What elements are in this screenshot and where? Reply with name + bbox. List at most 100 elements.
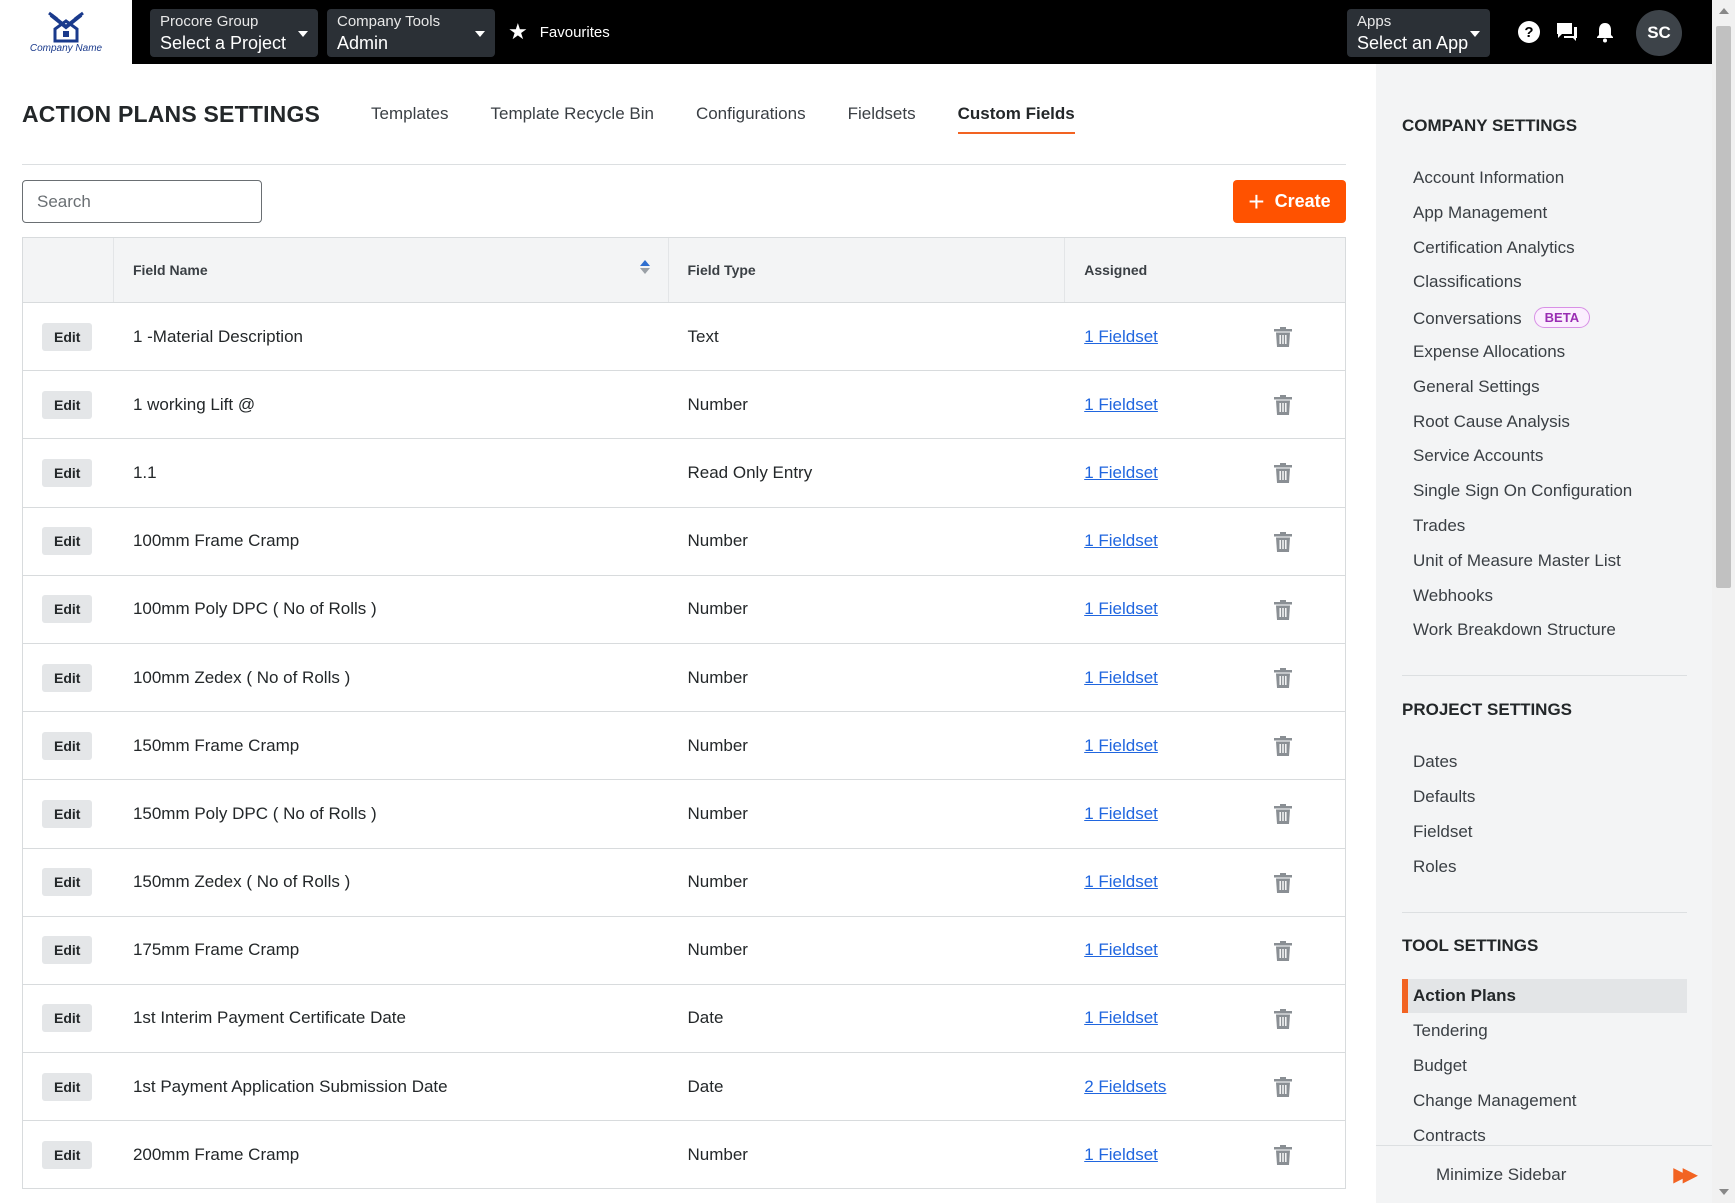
sidebar-item-change-management[interactable]: Change Management — [1413, 1091, 1577, 1111]
sidebar-item-certification-analytics[interactable]: Certification Analytics — [1413, 238, 1575, 258]
search-input[interactable] — [37, 191, 258, 212]
sidebar-item-label: Trades — [1413, 516, 1466, 535]
trash-icon[interactable] — [1274, 736, 1293, 757]
assigned-fieldset-link[interactable]: 1 Fieldset — [1084, 668, 1158, 688]
trash-icon[interactable] — [1274, 667, 1293, 688]
table-row: Edit 1st Interim Payment Certificate Date… — [23, 985, 1345, 1054]
sidebar-item-single-sign-on-configuration[interactable]: Single Sign On Configuration — [1413, 481, 1632, 501]
scroll-down-icon[interactable] — [1719, 1189, 1729, 1195]
trash-icon[interactable] — [1274, 872, 1293, 893]
apps-selector[interactable]: Apps Select an App — [1347, 9, 1490, 57]
sidebar-item-roles[interactable]: Roles — [1413, 857, 1456, 877]
trash-icon[interactable] — [1274, 599, 1293, 620]
edit-button[interactable]: Edit — [42, 936, 93, 965]
company-logo[interactable]: Company Name — [0, 0, 132, 64]
edit-button[interactable]: Edit — [42, 1072, 93, 1101]
scroll-up-icon[interactable] — [1719, 8, 1729, 14]
trash-icon[interactable] — [1274, 327, 1293, 347]
trash-icon[interactable] — [1274, 463, 1293, 484]
table-row: Edit 150mm Poly DPC ( No of Rolls ) Number… — [23, 780, 1345, 849]
tab-fieldsets[interactable]: Fieldsets — [848, 104, 916, 134]
edit-button[interactable]: Edit — [42, 458, 93, 487]
edit-button[interactable]: Edit — [42, 731, 93, 760]
tab-templates[interactable]: Templates — [371, 104, 448, 134]
edit-button[interactable]: Edit — [42, 595, 93, 624]
edit-button[interactable]: Edit — [42, 1140, 93, 1169]
company-tools-selector[interactable]: Company Tools Admin — [327, 9, 495, 57]
edit-button[interactable]: Edit — [42, 527, 93, 556]
sidebar-item-service-accounts[interactable]: Service Accounts — [1413, 446, 1543, 466]
create-button[interactable]: + Create — [1233, 180, 1346, 223]
header-field-name[interactable]: Field Name — [114, 238, 669, 302]
star-icon: ★ — [508, 19, 528, 44]
assigned-fieldset-link[interactable]: 1 Fieldset — [1084, 1145, 1158, 1165]
edit-button[interactable]: Edit — [42, 663, 93, 692]
divider — [1402, 675, 1687, 676]
sort-icon[interactable] — [639, 260, 650, 274]
field-type-cell: Number — [687, 1144, 748, 1164]
assigned-fieldset-link[interactable]: 2 Fieldsets — [1084, 1077, 1166, 1097]
sidebar-item-work-breakdown-structure[interactable]: Work Breakdown Structure — [1413, 620, 1616, 640]
assigned-fieldset-link[interactable]: 1 Fieldset — [1084, 736, 1158, 756]
apps-selector-label: Apps — [1357, 13, 1392, 30]
edit-button[interactable]: Edit — [42, 868, 93, 897]
assigned-fieldset-link[interactable]: 1 Fieldset — [1084, 599, 1158, 619]
sidebar-item-tendering[interactable]: Tendering — [1413, 1021, 1488, 1041]
sidebar-item-conversations[interactable]: Conversations BETA — [1413, 307, 1591, 329]
sidebar-item-app-management[interactable]: App Management — [1413, 203, 1547, 223]
field-type-cell: Text — [687, 326, 719, 346]
assigned-fieldset-link[interactable]: 1 Fieldset — [1084, 531, 1158, 551]
minimize-sidebar-button[interactable]: Minimize Sidebar ▶▶ — [1376, 1145, 1712, 1203]
trash-icon[interactable] — [1274, 1145, 1293, 1166]
tab-template-recycle-bin[interactable]: Template Recycle Bin — [490, 104, 653, 134]
assigned-fieldset-link[interactable]: 1 Fieldset — [1084, 872, 1158, 892]
chat-icon[interactable] — [1553, 18, 1581, 46]
sidebar-item-contracts[interactable]: Contracts — [1413, 1126, 1486, 1146]
sidebar-item-budget[interactable]: Budget — [1413, 1056, 1467, 1076]
sidebar-item-label: Root Cause Analysis — [1413, 411, 1570, 431]
table-row: Edit 200mm Frame Cramp Number 1 Fieldset — [23, 1121, 1345, 1190]
sidebar-item-label: Fieldset — [1413, 822, 1473, 841]
assigned-fieldset-link[interactable]: 1 Fieldset — [1084, 395, 1158, 415]
favourites-button[interactable]: ★ Favourites — [508, 19, 610, 44]
assigned-fieldset-link[interactable]: 1 Fieldset — [1084, 463, 1158, 483]
sidebar-item-general-settings[interactable]: General Settings — [1413, 377, 1540, 397]
sidebar-item-account-information[interactable]: Account Information — [1413, 168, 1564, 188]
sidebar-item-root-cause-analysis[interactable]: Root Cause Analysis — [1413, 412, 1570, 432]
edit-button[interactable]: Edit — [42, 390, 93, 419]
project-selector[interactable]: Procore Group Select a Project — [150, 9, 318, 57]
scrollbar-thumb[interactable] — [1716, 26, 1731, 588]
sidebar-item-classifications[interactable]: Classifications — [1413, 272, 1522, 292]
user-avatar[interactable]: SC — [1636, 10, 1682, 56]
sidebar-item-fieldset[interactable]: Fieldset — [1413, 822, 1473, 842]
page-scrollbar[interactable] — [1712, 0, 1735, 1203]
tab-custom-fields[interactable]: Custom Fields — [957, 104, 1075, 134]
sidebar-item-webhooks[interactable]: Webhooks — [1413, 586, 1493, 606]
help-icon[interactable]: ? — [1515, 18, 1543, 46]
sidebar-item-expense-allocations[interactable]: Expense Allocations — [1413, 342, 1565, 362]
trash-icon[interactable] — [1274, 804, 1293, 825]
field-name-cell: 1 -Material Description — [132, 326, 303, 346]
edit-cell: Edit — [23, 439, 114, 506]
field-name-cell: 200mm Frame Cramp — [132, 1144, 300, 1164]
tab-configurations[interactable]: Configurations — [696, 104, 806, 134]
assigned-fieldset-link[interactable]: 1 Fieldset — [1084, 1008, 1158, 1028]
table-row: Edit 175mm Frame Cramp Number 1 Fieldset — [23, 917, 1345, 985]
assigned-fieldset-link[interactable]: 1 Fieldset — [1084, 940, 1158, 960]
edit-button[interactable]: Edit — [42, 322, 93, 351]
trash-icon[interactable] — [1274, 531, 1293, 552]
trash-icon[interactable] — [1274, 395, 1293, 416]
notification-bell-icon[interactable] — [1591, 18, 1619, 46]
trash-icon[interactable] — [1274, 940, 1293, 961]
assigned-fieldset-link[interactable]: 1 Fieldset — [1084, 804, 1158, 824]
sidebar-item-trades[interactable]: Trades — [1413, 516, 1465, 536]
sidebar-item-unit-of-measure-master-list[interactable]: Unit of Measure Master List — [1413, 551, 1621, 571]
sidebar-item-dates[interactable]: Dates — [1413, 752, 1457, 772]
sidebar-item-defaults[interactable]: Defaults — [1413, 787, 1475, 807]
sidebar-item-action-plans[interactable]: Action Plans — [1413, 986, 1516, 1006]
edit-button[interactable]: Edit — [42, 1004, 93, 1033]
trash-icon[interactable] — [1274, 1008, 1293, 1029]
assigned-fieldset-link[interactable]: 1 Fieldset — [1084, 327, 1158, 347]
edit-button[interactable]: Edit — [42, 799, 93, 828]
trash-icon[interactable] — [1274, 1077, 1293, 1098]
